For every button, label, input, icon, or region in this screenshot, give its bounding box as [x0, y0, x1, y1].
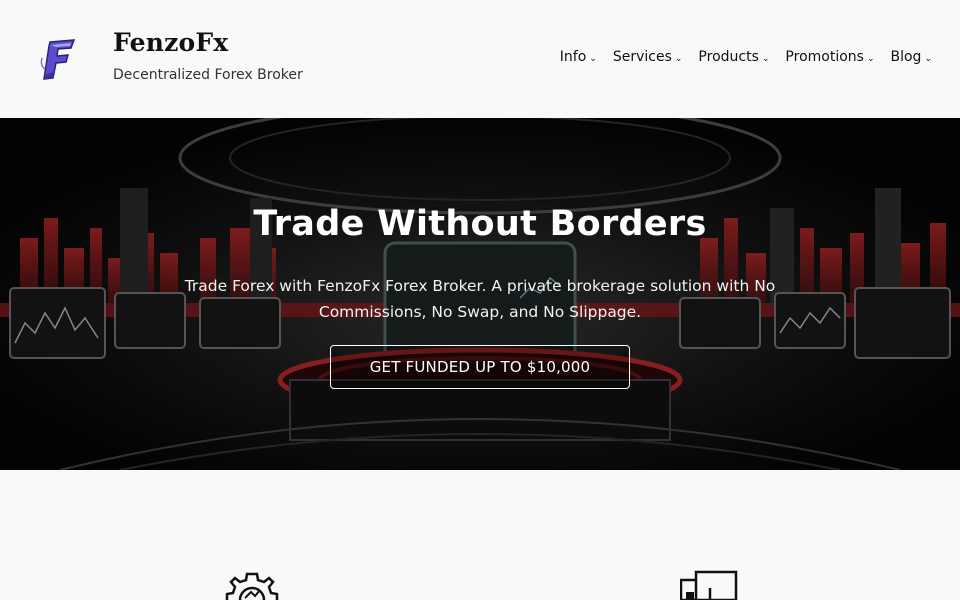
chevron-down-icon: ⌄: [674, 53, 683, 64]
site-header: FenzoFx Decentralized Forex Broker Info …: [0, 0, 960, 118]
chevron-down-icon: ⌄: [589, 53, 597, 64]
site-title[interactable]: FenzoFx: [113, 28, 228, 57]
nav-item-info[interactable]: Info ⌄: [560, 49, 597, 65]
nav-item-promotions[interactable]: Promotions ⌄: [785, 49, 874, 65]
hero-title: Trade Without Borders: [253, 204, 707, 244]
chevron-down-icon: ⌄: [866, 53, 875, 64]
main-nav: Info ⌄ Services ⌄ Products ⌄ Promotions …: [560, 49, 932, 65]
chevron-down-icon: ⌄: [924, 53, 932, 64]
gear-chart-icon: [225, 572, 279, 600]
hero-description: Trade Forex with FenzoFx Forex Broker. A…: [184, 277, 776, 321]
nav-item-label: Info: [559, 49, 587, 65]
nav-item-label: Promotions: [785, 49, 864, 65]
document-icon: [680, 570, 738, 600]
nav-item-services[interactable]: Services ⌄: [613, 49, 683, 65]
get-funded-button[interactable]: GET FUNDED UP TO $10,000: [330, 345, 630, 389]
nav-item-label: Blog: [890, 49, 922, 65]
nav-item-label: Services: [612, 49, 672, 65]
site-tagline: Decentralized Forex Broker: [113, 67, 303, 83]
fenzofx-f-logo-icon[interactable]: [38, 36, 80, 82]
hero-section: Trade Without Borders Trade Forex with F…: [0, 118, 960, 470]
chevron-down-icon: ⌄: [761, 53, 770, 64]
features-section: [0, 470, 960, 600]
nav-item-products[interactable]: Products ⌄: [698, 49, 769, 65]
nav-item-label: Products: [698, 49, 759, 65]
nav-item-blog[interactable]: Blog ⌄: [891, 49, 933, 65]
